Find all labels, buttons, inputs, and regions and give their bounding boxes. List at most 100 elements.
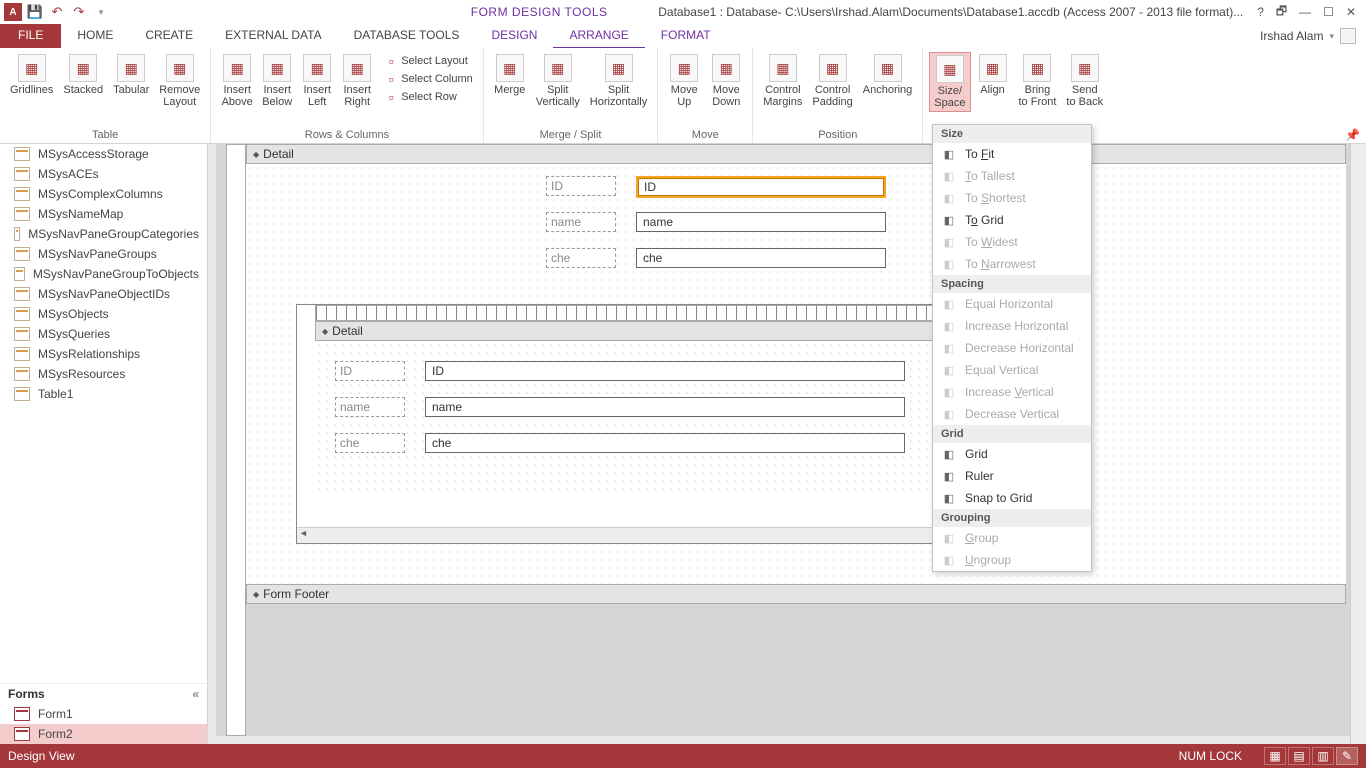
insert-above-button[interactable]: ▦Insert Above [217,52,257,110]
tab-arrange[interactable]: ARRANGE [553,24,644,48]
qat-more-icon[interactable]: ▾ [92,3,110,21]
subform-scrollbar[interactable] [297,527,955,543]
dropdown-item-grid[interactable]: ◧Grid [933,443,1091,465]
detail-section[interactable]: IDIDnamenamecheche Detail IDIDnamenamech… [246,164,1346,584]
split-horizontally-button[interactable]: ▦Split Horizontally [586,52,651,110]
nav-table-msysobjects[interactable]: MSysObjects [0,304,207,324]
move-down-button[interactable]: ▦Move Down [706,52,746,110]
nav-table-msysqueries[interactable]: MSysQueries [0,324,207,344]
canvas-scrollbar[interactable] [1350,144,1366,744]
sub-field-textbox-che[interactable]: che [425,433,905,453]
form-footer-section[interactable] [246,604,1346,734]
dropdown-item-to-grid[interactable]: ◧To Grid [933,209,1091,231]
sub-field-label-name[interactable]: name [335,397,405,417]
undo-icon[interactable]: ↶ [48,3,66,21]
control-padding-button[interactable]: ▦Control Padding [808,52,856,110]
merge-button[interactable]: ▦Merge [490,52,530,98]
size--space-button[interactable]: ▦Size/ Space [929,52,970,112]
control-margins-button[interactable]: ▦Control Margins [759,52,806,110]
collapse-ribbon-icon[interactable]: 📌 [1345,128,1360,142]
select-row-button[interactable]: ▫Select Row [379,88,477,106]
field-textbox-ID[interactable]: ID [636,176,886,198]
maximize-icon[interactable]: ☐ [1323,5,1334,19]
nav-table-msysresources[interactable]: MSysResources [0,364,207,384]
table-icon [14,187,30,201]
file-tab[interactable]: FILE [0,24,61,48]
status-view-label: Design View [8,749,74,763]
view-form-icon[interactable]: ▤ [1288,747,1310,765]
field-label-name[interactable]: name [546,212,616,232]
remove-layout-button[interactable]: ▦Remove Layout [155,52,204,110]
tab-external-data[interactable]: EXTERNAL DATA [209,24,337,48]
subform-ruler [315,305,955,321]
subform-detail-section[interactable]: IDIDnamenamecheche [315,341,955,491]
view-layout-icon[interactable]: ▥ [1312,747,1334,765]
tab-format[interactable]: FORMAT [645,24,727,48]
nav-table-msyscomplexcolumns[interactable]: MSysComplexColumns [0,184,207,204]
move-up-button[interactable]: ▦Move Up [664,52,704,110]
select-layout-button[interactable]: ▫Select Layout [379,52,477,70]
close-icon[interactable]: ✕ [1346,5,1356,19]
tabular-button[interactable]: ▦Tabular [109,52,153,98]
nav-table-msysaces[interactable]: MSysACEs [0,164,207,184]
ribbon: ▦Gridlines▦Stacked▦Tabular▦Remove Layout… [0,48,1366,144]
field-label-ID[interactable]: ID [546,176,616,196]
subform-detail-header[interactable]: Detail [315,321,955,341]
menu-icon: ◧ [941,234,957,250]
field-label-che[interactable]: che [546,248,616,268]
tab-home[interactable]: HOME [61,24,129,48]
dropdown-item-to-fit[interactable]: ◧To Fit [933,143,1091,165]
nav-table-msysnamemap[interactable]: MSysNameMap [0,204,207,224]
form-footer-header[interactable]: Form Footer [246,584,1346,604]
nav-table-msysnavpaneobjectids[interactable]: MSysNavPaneObjectIDs [0,284,207,304]
nav-table-msysnavpanegroupcategories[interactable]: MSysNavPaneGroupCategories [0,224,207,244]
chevron-down-icon: ▾ [1329,31,1334,42]
tab-create[interactable]: CREATE [129,24,209,48]
nav-table-msysrelationships[interactable]: MSysRelationships [0,344,207,364]
user-label[interactable]: Irshad Alam ▾ [1250,24,1366,48]
view-design-icon[interactable]: ✎ [1336,747,1358,765]
nav-form-form2[interactable]: Form2 [0,724,207,744]
dropdown-item-ruler[interactable]: ◧Ruler [933,465,1091,487]
save-icon[interactable]: 💾 [26,3,44,21]
insert-right-button[interactable]: ▦Insert Right [337,52,377,110]
dropdown-item-snap-to-grid[interactable]: ◧Snap to Grid [933,487,1091,509]
tab-design[interactable]: DESIGN [475,24,553,48]
redo-icon[interactable]: ↷ [70,3,88,21]
gridlines-button[interactable]: ▦Gridlines [6,52,57,98]
tab-database-tools[interactable]: DATABASE TOOLS [338,24,476,48]
sub-field-label-ID[interactable]: ID [335,361,405,381]
subform-control[interactable]: Detail IDIDnamenamecheche [296,304,956,544]
sub-field-label-che[interactable]: che [335,433,405,453]
nav-table-msysnavpanegroups[interactable]: MSysNavPaneGroups [0,244,207,264]
nav-header-forms[interactable]: Forms « [0,683,207,704]
align-button[interactable]: ▦Align [973,52,1013,98]
sub-field-textbox-ID[interactable]: ID [425,361,905,381]
detail-section-header[interactable]: Detail [246,144,1346,164]
nav-table-msysnavpanegrouptoobjects[interactable]: MSysNavPaneGroupToObjects [0,264,207,284]
help-icon[interactable]: ? [1257,5,1264,19]
nav-table-msysaccessstorage[interactable]: MSysAccessStorage [0,144,207,164]
nav-table-table1[interactable]: Table1 [0,384,207,404]
form-design-canvas[interactable]: Detail IDIDnamenamecheche Detail IDI [208,144,1366,744]
stacked-button[interactable]: ▦Stacked [59,52,107,98]
dropdown-item-to-narrowest: ◧To Narrowest [933,253,1091,275]
field-textbox-name[interactable]: name [636,212,886,232]
minimize-icon[interactable]: — [1299,5,1311,19]
nav-form-form1[interactable]: Form1 [0,704,207,724]
split-vertically-button[interactable]: ▦Split Vertically [532,52,584,110]
dropdown-item-increase-vertical: ◧Increase Vertical [933,381,1091,403]
menu-icon: ◧ [941,256,957,272]
select-column-button[interactable]: ▫Select Column [379,70,477,88]
restore-icon[interactable]: 🗗 [1276,2,1287,23]
view-datasheet-icon[interactable]: ▦ [1264,747,1286,765]
bring-to-front-button[interactable]: ▦Bring to Front [1015,52,1061,110]
field-textbox-che[interactable]: che [636,248,886,268]
insert-below-button[interactable]: ▦Insert Below [257,52,297,110]
sub-field-textbox-name[interactable]: name [425,397,905,417]
send-to-back-button[interactable]: ▦Send to Back [1062,52,1107,110]
dropdown-item-to-shortest: ◧To Shortest [933,187,1091,209]
insert-left-button[interactable]: ▦Insert Left [297,52,337,110]
anchoring-button[interactable]: ▦Anchoring [859,52,917,98]
menu-icon: ◧ [941,318,957,334]
